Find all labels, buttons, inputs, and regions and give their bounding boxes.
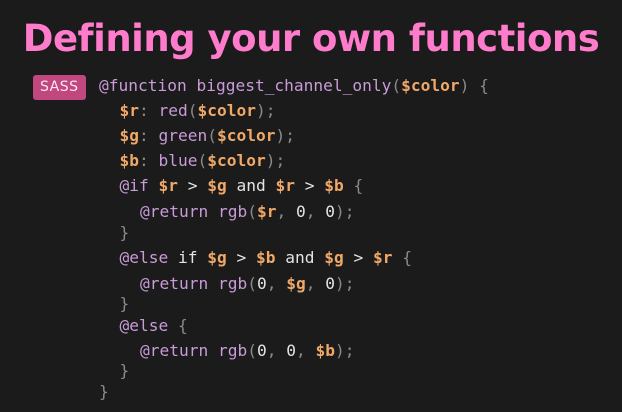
code-token-punct: : [139,101,159,120]
language-badge: SASS [33,75,86,100]
code-line: } [120,221,130,245]
code-token-variable: $color [216,126,276,145]
code-token-keyword: @else [119,316,169,335]
code-token-variable: $g [207,248,227,267]
code-token-punct: { [469,76,489,95]
code-token-punct: : [139,151,159,170]
code-line: } [99,380,109,404]
code-token-punct: ); [255,101,276,120]
code-token-punct: , [295,341,316,360]
code-token-func: green [158,126,208,145]
code-token-punct: } [119,294,130,313]
code-token-text: > [343,248,373,267]
code-token-variable: $r [119,101,140,120]
code-token-number: 0 [295,202,306,221]
slide-title: Defining your own functions [22,17,600,60]
code-token-variable: $g [286,274,306,293]
code-token-punct: } [99,382,109,401]
code-token-func: biggest_channel_only [196,76,392,95]
code-token-punct: { [392,248,412,267]
code-token-variable: $b [119,151,140,170]
code-line: @return rgb($r, 0, 0); [140,200,354,224]
code-token-variable: $g [207,176,227,195]
code-line: @return rgb(0, 0, $b); [140,339,354,363]
code-line: @if $r > $g and $r > $b { [120,174,364,198]
code-token-func: blue [158,151,198,170]
code-token-func: rgb [217,202,248,221]
code-token-variable: $b [324,176,344,195]
code-token-punct: , [305,274,326,293]
code-token-number: 0 [325,274,335,293]
code-token-variable: $b [255,248,276,267]
code-token-punct: : [139,126,159,145]
code-line: } [120,292,130,316]
code-line: $g: green($color); [120,124,295,148]
code-line: $r: red($color); [120,99,276,123]
code-token-keyword: @function [99,76,187,95]
code-token-punct: ( [391,76,402,95]
code-token-variable: $g [324,248,344,267]
code-token-variable: $color [401,76,460,95]
code-token-func: rgb [217,274,248,293]
code-token-number: 0 [256,341,267,360]
code-token-variable: $r [275,176,295,195]
code-token-punct: ( [207,126,217,145]
code-token-variable: $b [315,341,335,360]
code-token-keyword: @if [119,176,149,195]
code-token-func: rgb [217,341,248,360]
code-line: @else if $g > $b and $g > $r { [120,246,412,270]
code-token-text: and [226,176,276,195]
code-token-variable: $g [119,126,140,145]
code-line: } [120,359,130,383]
code-token-punct: } [119,223,130,242]
code-token-keyword: @return [140,202,209,221]
code-token-text: > [294,176,325,195]
code-token-variable: $r [372,248,393,267]
code-line: @return rgb(0, $g, 0); [140,272,354,296]
code-token-punct: ( [197,151,208,170]
code-token-text: > [178,176,208,195]
code-token-number: 0 [256,274,267,293]
code-token-punct: , [266,274,287,293]
code-token-punct: , [266,341,287,360]
code-line: @function biggest_channel_only($color) { [99,74,489,98]
code-token-punct: ( [247,274,257,293]
code-token-keyword: @return [140,341,209,360]
code-token-text: if [168,248,208,267]
code-token-punct: ); [334,341,355,360]
code-token-punct: ) [459,76,470,95]
code-token-punct: ( [247,202,257,221]
code-token-variable: $r [158,176,179,195]
code-token-keyword: @return [140,274,209,293]
code-token-punct: ); [334,274,355,293]
code-token-variable: $r [256,202,277,221]
code-token-punct: { [168,316,188,335]
code-token-variable: $color [197,101,256,120]
code-token-func: red [158,101,188,120]
slide: Defining your own functions SASS @functi… [0,0,622,412]
code-token-punct: { [343,176,364,195]
code-token-number: 0 [286,341,296,360]
code-token-punct: ( [187,101,198,120]
code-token-punct: } [119,361,130,380]
code-token-punct: ); [275,126,295,145]
code-token-punct: , [276,202,296,221]
code-line: $b: blue($color); [120,149,286,173]
code-token-keyword: @else [119,248,169,267]
code-token-punct: ); [265,151,286,170]
code-token-text: and [275,248,325,267]
code-token-punct: ( [247,341,257,360]
code-line: @else { [120,314,188,338]
code-token-number: 0 [325,202,335,221]
code-token-punct: ); [334,202,355,221]
code-token-variable: $color [207,151,266,170]
code-token-text: > [226,248,256,267]
code-token-punct: , [305,202,326,221]
